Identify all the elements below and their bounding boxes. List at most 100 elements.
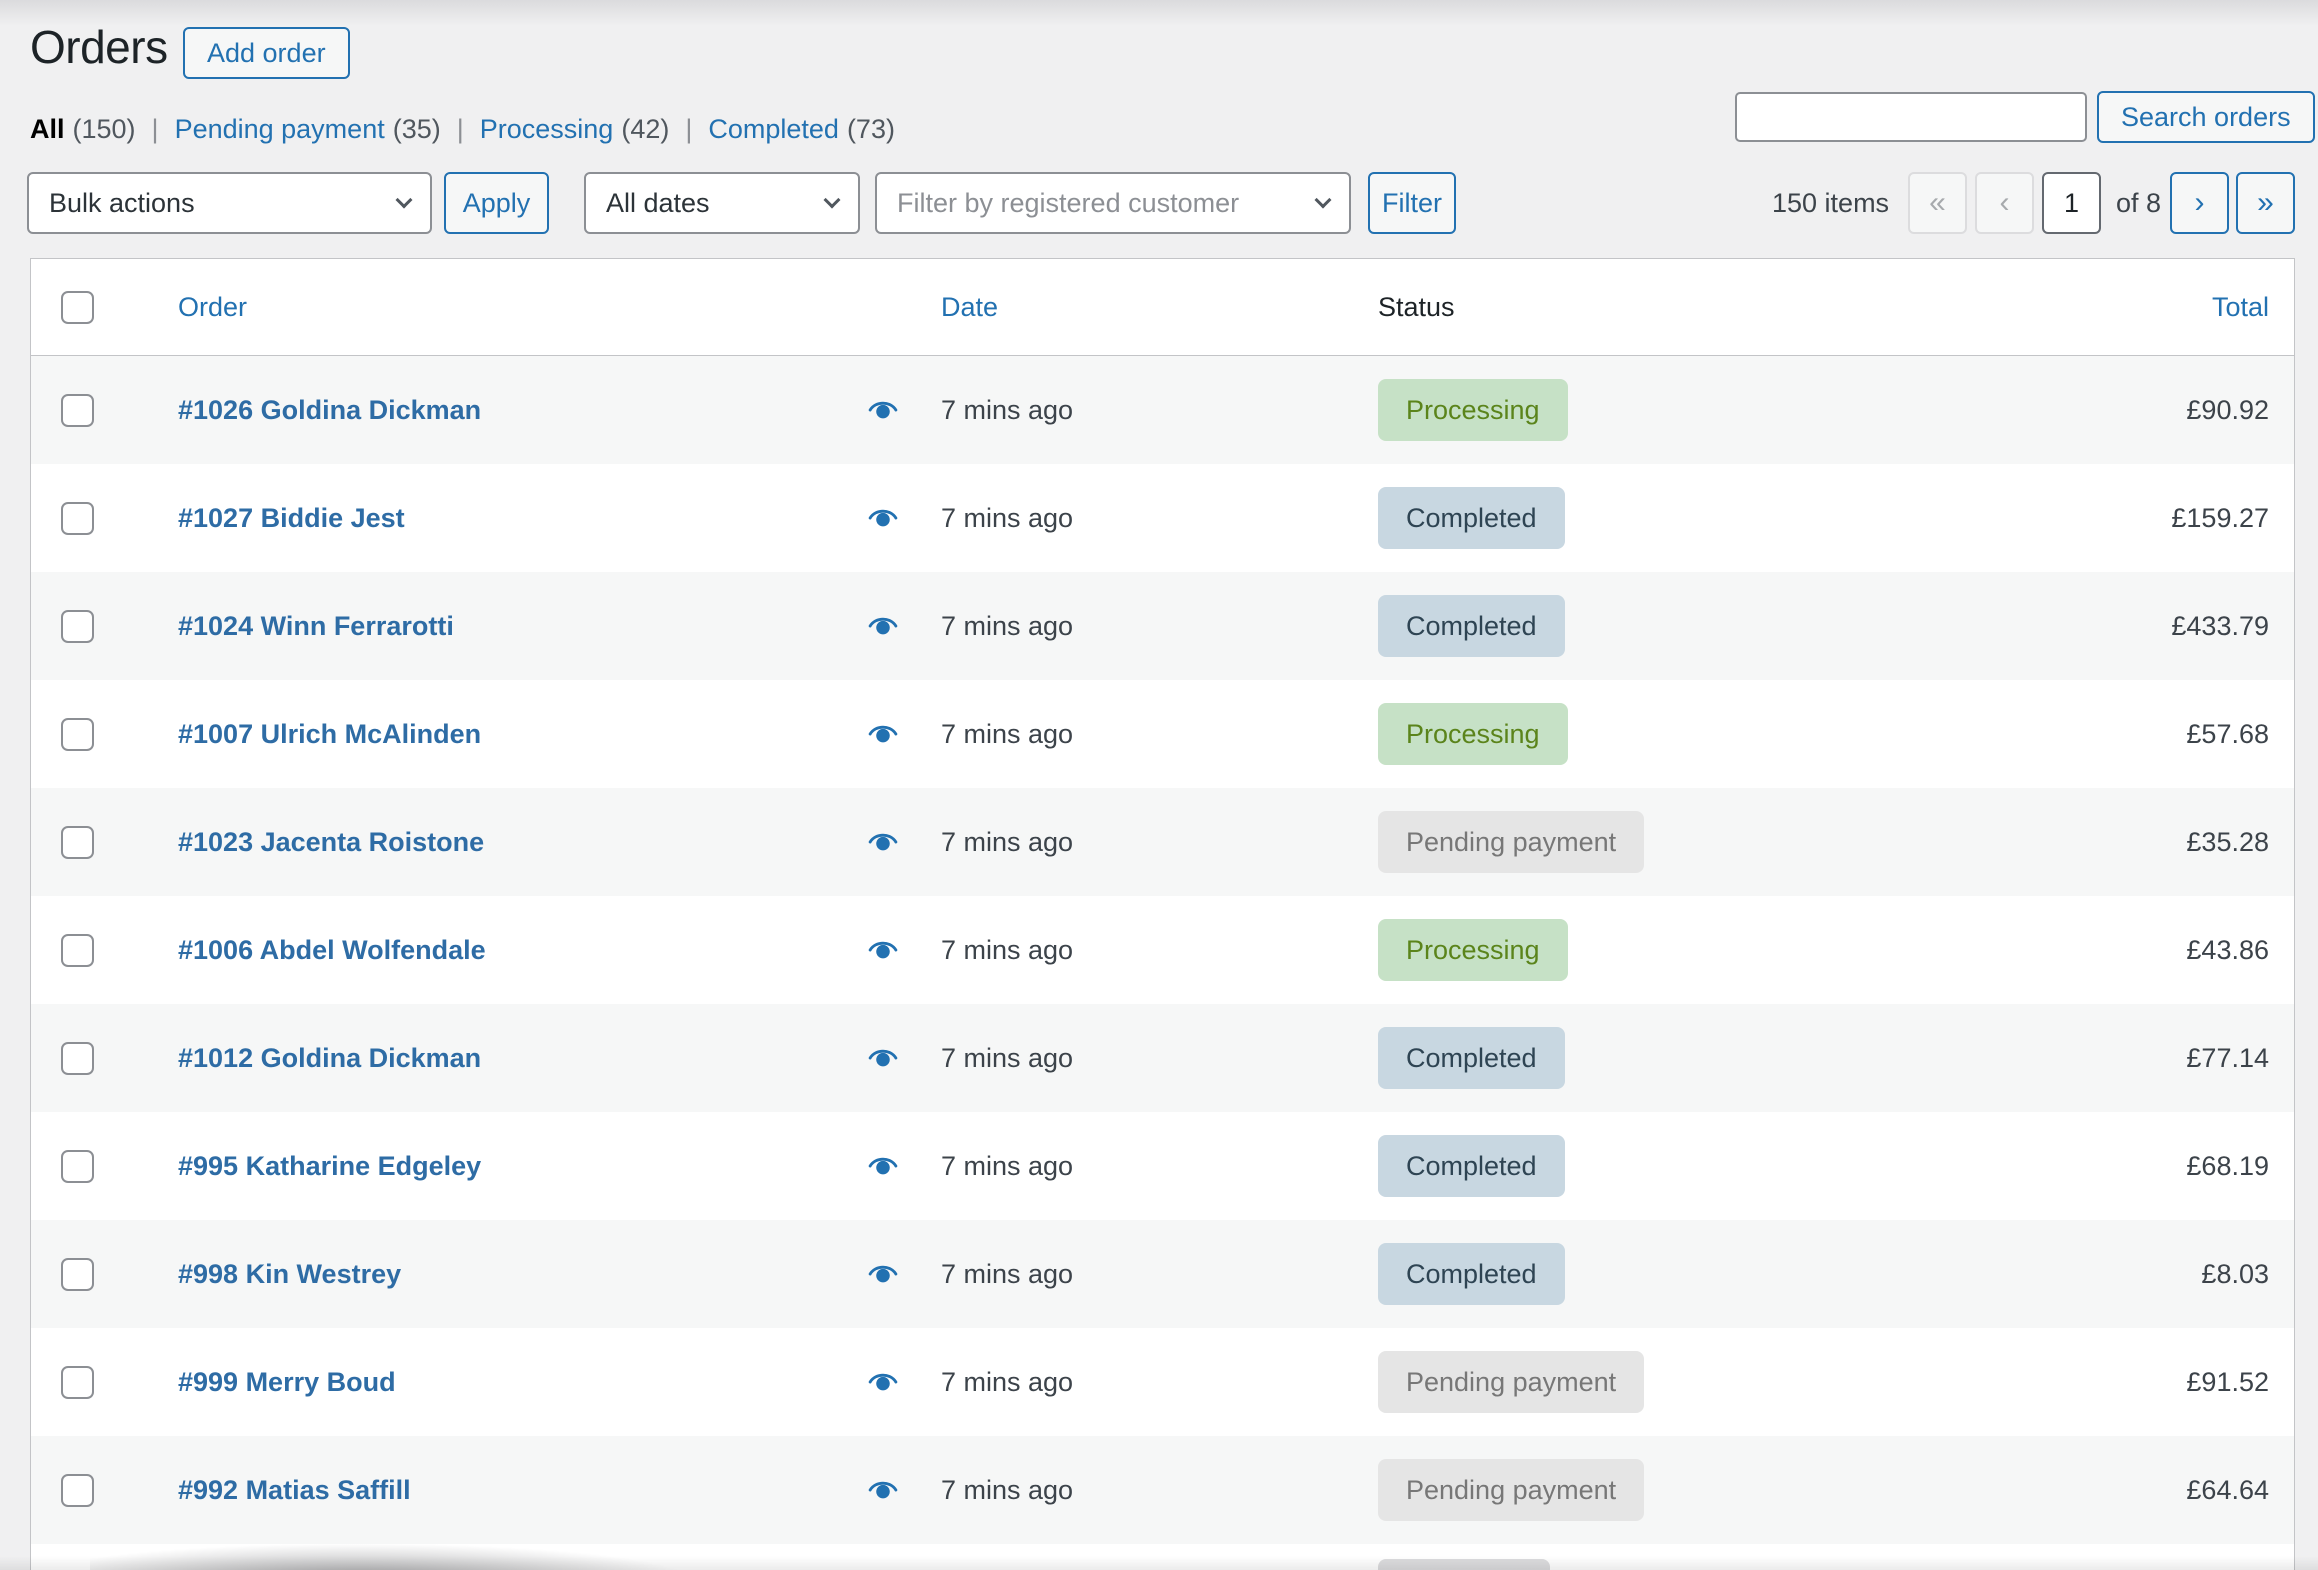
order-date: 7 mins ago: [911, 1475, 1361, 1506]
status-filter-link[interactable]: Pending payment: [175, 114, 385, 145]
order-total: £43.86: [1881, 935, 2294, 966]
row-checkbox[interactable]: [61, 1474, 94, 1507]
next-page-button[interactable]: ›: [2170, 172, 2229, 234]
eye-icon[interactable]: [868, 1479, 898, 1501]
select-all-checkbox[interactable]: [61, 291, 94, 324]
order-link[interactable]: #1024 Winn Ferrarotti: [178, 611, 454, 642]
column-header-order[interactable]: Order: [146, 292, 911, 323]
order-total: £35.28: [1881, 827, 2294, 858]
row-checkbox[interactable]: [61, 1366, 94, 1399]
table-row: #1023 Jacenta Roistone 7 mins ago Pendin…: [31, 788, 2294, 896]
row-checkbox[interactable]: [61, 718, 94, 751]
status-filter-item: Processing (42) |: [480, 114, 709, 145]
eye-icon[interactable]: [868, 1155, 898, 1177]
eye-icon[interactable]: [868, 939, 898, 961]
order-link[interactable]: #999 Merry Boud: [178, 1367, 396, 1398]
order-link[interactable]: #1012 Goldina Dickman: [178, 1043, 481, 1074]
status-filter-link[interactable]: Completed: [708, 114, 839, 145]
eye-icon[interactable]: [868, 1047, 898, 1069]
partial-table-row: [31, 1545, 2294, 1570]
current-page-input[interactable]: [2042, 172, 2101, 234]
status-filter-count: (42): [621, 114, 669, 145]
order-total: £90.92: [1881, 395, 2294, 426]
order-date: 7 mins ago: [911, 503, 1361, 534]
order-date: 7 mins ago: [911, 1259, 1361, 1290]
order-link[interactable]: #992 Matias Saffill: [178, 1475, 411, 1506]
order-total: £77.14: [1881, 1043, 2294, 1074]
status-badge: Processing: [1378, 703, 1568, 765]
orders-table: Order Date Status Total #1026 Goldina Di…: [30, 258, 2295, 1570]
row-checkbox[interactable]: [61, 1258, 94, 1291]
first-page-button: «: [1908, 172, 1967, 234]
status-filter-count: (35): [393, 114, 441, 145]
order-date: 7 mins ago: [911, 1151, 1361, 1182]
order-total: £159.27: [1881, 503, 2294, 534]
order-link[interactable]: #995 Katharine Edgeley: [178, 1151, 481, 1182]
eye-icon[interactable]: [868, 507, 898, 529]
status-filter-item: Completed (73): [708, 114, 895, 145]
order-link[interactable]: #998 Kin Westrey: [178, 1259, 401, 1290]
row-checkbox[interactable]: [61, 1042, 94, 1075]
add-order-button[interactable]: Add order: [183, 27, 350, 79]
order-total: £433.79: [1881, 611, 2294, 642]
table-row: #998 Kin Westrey 7 mins ago Completed £8…: [31, 1220, 2294, 1328]
row-checkbox[interactable]: [61, 610, 94, 643]
eye-icon[interactable]: [868, 1263, 898, 1285]
status-badge: Completed: [1378, 1135, 1565, 1197]
table-row: #1007 Ulrich McAlinden 7 mins ago Proces…: [31, 680, 2294, 788]
row-checkbox[interactable]: [61, 394, 94, 427]
table-row: #1006 Abdel Wolfendale 7 mins ago Proces…: [31, 896, 2294, 1004]
filter-separator: |: [457, 114, 464, 145]
status-filter-item: All (150) |: [30, 114, 175, 145]
table-row: #1026 Goldina Dickman 7 mins ago Process…: [31, 356, 2294, 464]
status-badge: Processing: [1378, 379, 1568, 441]
row-checkbox[interactable]: [61, 934, 94, 967]
eye-icon[interactable]: [868, 399, 898, 421]
order-date: 7 mins ago: [911, 935, 1361, 966]
status-badge: Completed: [1378, 1027, 1565, 1089]
status-filter-link[interactable]: Processing: [480, 114, 614, 145]
order-link[interactable]: #1026 Goldina Dickman: [178, 395, 481, 426]
order-date: 7 mins ago: [911, 1043, 1361, 1074]
eye-icon[interactable]: [868, 723, 898, 745]
order-date: 7 mins ago: [911, 827, 1361, 858]
order-date: 7 mins ago: [911, 719, 1361, 750]
status-badge: Completed: [1378, 595, 1565, 657]
status-badge: Completed: [1378, 1243, 1565, 1305]
filter-separator: |: [152, 114, 159, 145]
row-checkbox[interactable]: [61, 1150, 94, 1183]
table-row: #1012 Goldina Dickman 7 mins ago Complet…: [31, 1004, 2294, 1112]
column-header-date[interactable]: Date: [911, 292, 1361, 323]
status-filter-list: All (150) | Pending payment (35) | Proce…: [30, 114, 895, 145]
eye-icon[interactable]: [868, 831, 898, 853]
status-badge: Pending payment: [1378, 1459, 1644, 1521]
order-link[interactable]: #1027 Biddie Jest: [178, 503, 405, 534]
search-orders-button[interactable]: Search orders: [2097, 91, 2315, 143]
eye-icon[interactable]: [868, 1371, 898, 1393]
status-badge: Pending payment: [1378, 1351, 1644, 1413]
pagination: 150 items « ‹ of 8 › »: [0, 172, 2318, 234]
order-total: £68.19: [1881, 1151, 2294, 1182]
top-gradient: [0, 0, 2318, 26]
order-link[interactable]: #1006 Abdel Wolfendale: [178, 935, 486, 966]
status-badge: Processing: [1378, 919, 1568, 981]
status-filter-item: Pending payment (35) |: [175, 114, 480, 145]
eye-icon[interactable]: [868, 615, 898, 637]
table-row: #1027 Biddie Jest 7 mins ago Completed £…: [31, 464, 2294, 572]
table-row: #999 Merry Boud 7 mins ago Pending payme…: [31, 1328, 2294, 1436]
row-checkbox[interactable]: [61, 502, 94, 535]
order-date: 7 mins ago: [911, 611, 1361, 642]
table-row: #1024 Winn Ferrarotti 7 mins ago Complet…: [31, 572, 2294, 680]
order-link[interactable]: #1023 Jacenta Roistone: [178, 827, 484, 858]
order-link[interactable]: #1007 Ulrich McAlinden: [178, 719, 481, 750]
row-checkbox[interactable]: [61, 826, 94, 859]
last-page-button[interactable]: »: [2236, 172, 2295, 234]
table-header-row: Order Date Status Total: [31, 259, 2294, 356]
total-pages-label: of 8: [2116, 172, 2161, 234]
previous-page-button: ‹: [1975, 172, 2034, 234]
column-header-total[interactable]: Total: [1881, 292, 2294, 323]
status-filter-link[interactable]: All: [30, 114, 65, 145]
order-date: 7 mins ago: [911, 395, 1361, 426]
search-orders-input[interactable]: [1735, 92, 2087, 142]
filter-separator: |: [685, 114, 692, 145]
